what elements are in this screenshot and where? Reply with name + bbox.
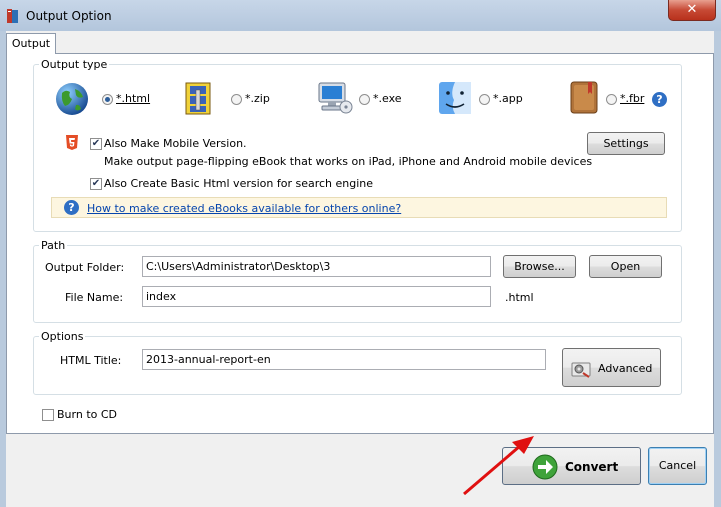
- output-folder-label: Output Folder:: [45, 261, 125, 274]
- browse-button[interactable]: Browse...: [503, 255, 576, 278]
- path-label: Path: [39, 239, 68, 252]
- mobile-version-checkbox[interactable]: ✔: [90, 138, 102, 150]
- open-button[interactable]: Open: [589, 255, 662, 278]
- book-icon: [570, 81, 598, 114]
- exe-radio[interactable]: [359, 94, 370, 105]
- info-icon: ?: [64, 200, 79, 215]
- help-link[interactable]: How to make created eBooks available for…: [87, 202, 401, 215]
- advanced-label: Advanced: [598, 362, 653, 375]
- html-radio[interactable]: [102, 94, 113, 105]
- zip-radio-label[interactable]: *.zip: [245, 92, 270, 105]
- app-radio-label[interactable]: *.app: [493, 92, 523, 105]
- wrench-settings-icon: [571, 362, 591, 378]
- red-arrow-annotation: [463, 436, 534, 496]
- html-title-label: HTML Title:: [60, 354, 122, 367]
- app-book-icon: [7, 9, 18, 23]
- mobile-version-description: Make output page-flipping eBook that wor…: [104, 155, 593, 168]
- globe-icon: [56, 83, 88, 115]
- cancel-button[interactable]: Cancel: [648, 447, 707, 485]
- settings-button[interactable]: Settings: [587, 132, 665, 155]
- options-label: Options: [39, 330, 86, 343]
- file-name-input[interactable]: index: [142, 286, 491, 307]
- close-button[interactable]: ✕: [668, 0, 716, 21]
- burn-to-cd-checkbox[interactable]: [42, 409, 54, 421]
- output-type-label: Output type: [39, 58, 110, 71]
- basic-html-checkbox[interactable]: ✔: [90, 178, 102, 190]
- help-icon[interactable]: ?: [652, 92, 667, 107]
- file-name-label: File Name:: [65, 291, 124, 304]
- advanced-button[interactable]: Advanced: [562, 348, 661, 387]
- output-folder-input[interactable]: C:\Users\Administrator\Desktop\3: [142, 256, 491, 277]
- convert-label: Convert: [565, 460, 619, 474]
- tab-output[interactable]: Output: [6, 33, 56, 54]
- window-frame-right: [714, 31, 721, 507]
- window-title: Output Option: [26, 9, 112, 23]
- zip-archive-icon: [185, 82, 211, 115]
- html5-icon: [66, 135, 78, 150]
- zip-radio[interactable]: [231, 94, 242, 105]
- html-title-input[interactable]: 2013-annual-report-en: [142, 349, 546, 370]
- fbr-radio-label[interactable]: *.fbr: [620, 92, 644, 105]
- exe-radio-label[interactable]: *.exe: [373, 92, 402, 105]
- file-extension: .html: [505, 291, 534, 304]
- mac-finder-icon: [439, 82, 471, 114]
- html-radio-label[interactable]: *.html: [116, 92, 150, 105]
- burn-to-cd-label[interactable]: Burn to CD: [57, 408, 117, 421]
- computer-icon: [318, 82, 353, 114]
- fbr-radio[interactable]: [606, 94, 617, 105]
- app-radio[interactable]: [479, 94, 490, 105]
- basic-html-label[interactable]: Also Create Basic Html version for searc…: [104, 177, 373, 190]
- mobile-version-label[interactable]: Also Make Mobile Version.: [104, 137, 247, 150]
